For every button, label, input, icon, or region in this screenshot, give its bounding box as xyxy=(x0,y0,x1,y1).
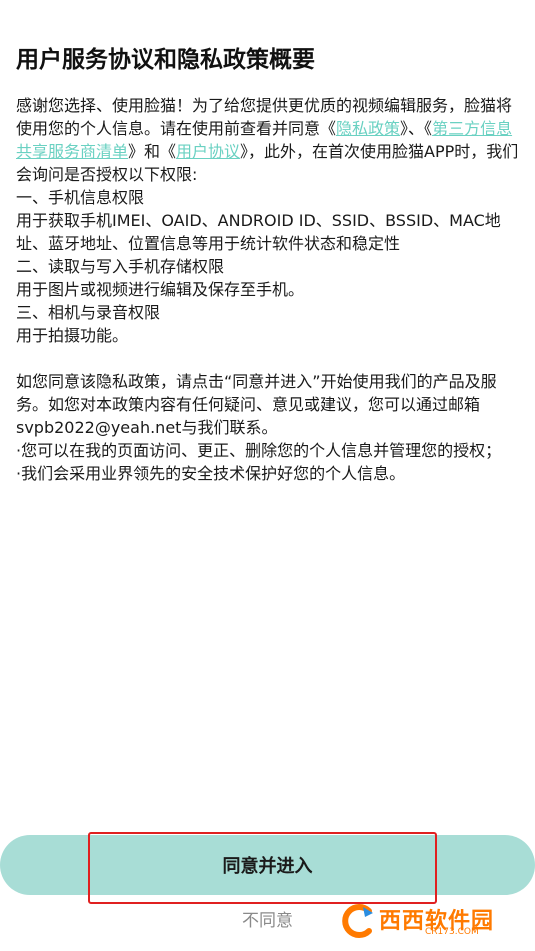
quote-open: 《 xyxy=(320,119,337,138)
watermark-subtitle: CR173.COM xyxy=(425,927,479,937)
bullet-item: ·我们会采用业界领先的安全技术保护好您的个人信息。 xyxy=(16,464,406,483)
policy-content: 感谢您选择、使用脸猫！为了给您提供更优质的视频编辑服务，脸猫将使用您的个人信息。… xyxy=(16,94,521,485)
section-1-title: 一、手机信息权限 xyxy=(16,188,145,207)
section-2-title: 二、读取与写入手机存储权限 xyxy=(16,257,225,276)
section-3-title: 三、相机与录音权限 xyxy=(16,303,161,322)
agree-button-container: 同意并进入 xyxy=(0,832,535,904)
bullet-item: ·您可以在我的页面访问、更正、删除您的个人信息并管理您的授权； xyxy=(16,441,502,460)
watermark-logo: 西西软件园 CR173.COM xyxy=(339,903,529,939)
intro-paragraph: 感谢您选择、使用脸猫！为了给您提供更优质的视频编辑服务，脸猫将使用您的个人信息。… xyxy=(16,94,521,186)
separator: 》和《 xyxy=(128,142,177,161)
section-2-body: 用于图片或视频进行编辑及保存至手机。 xyxy=(16,280,305,299)
section-1-body: 用于获取手机IMEI、OAID、ANDROID ID、SSID、BSSID、MA… xyxy=(16,211,501,253)
section-3-body: 用于拍摄功能。 xyxy=(16,326,129,345)
consent-paragraph: 如您同意该隐私政策，请点击“同意并进入”开始使用我们的产品及服务。如您对本政策内… xyxy=(16,372,497,437)
watermark-c-icon xyxy=(342,904,373,938)
user-agreement-link[interactable]: 用户协议 xyxy=(176,142,240,161)
privacy-policy-link[interactable]: 隐私政策 xyxy=(336,119,400,138)
agree-and-enter-button[interactable]: 同意并进入 xyxy=(0,835,535,895)
dialog-title: 用户服务协议和隐私政策概要 xyxy=(16,47,315,73)
separator: 》、《 xyxy=(400,119,433,138)
